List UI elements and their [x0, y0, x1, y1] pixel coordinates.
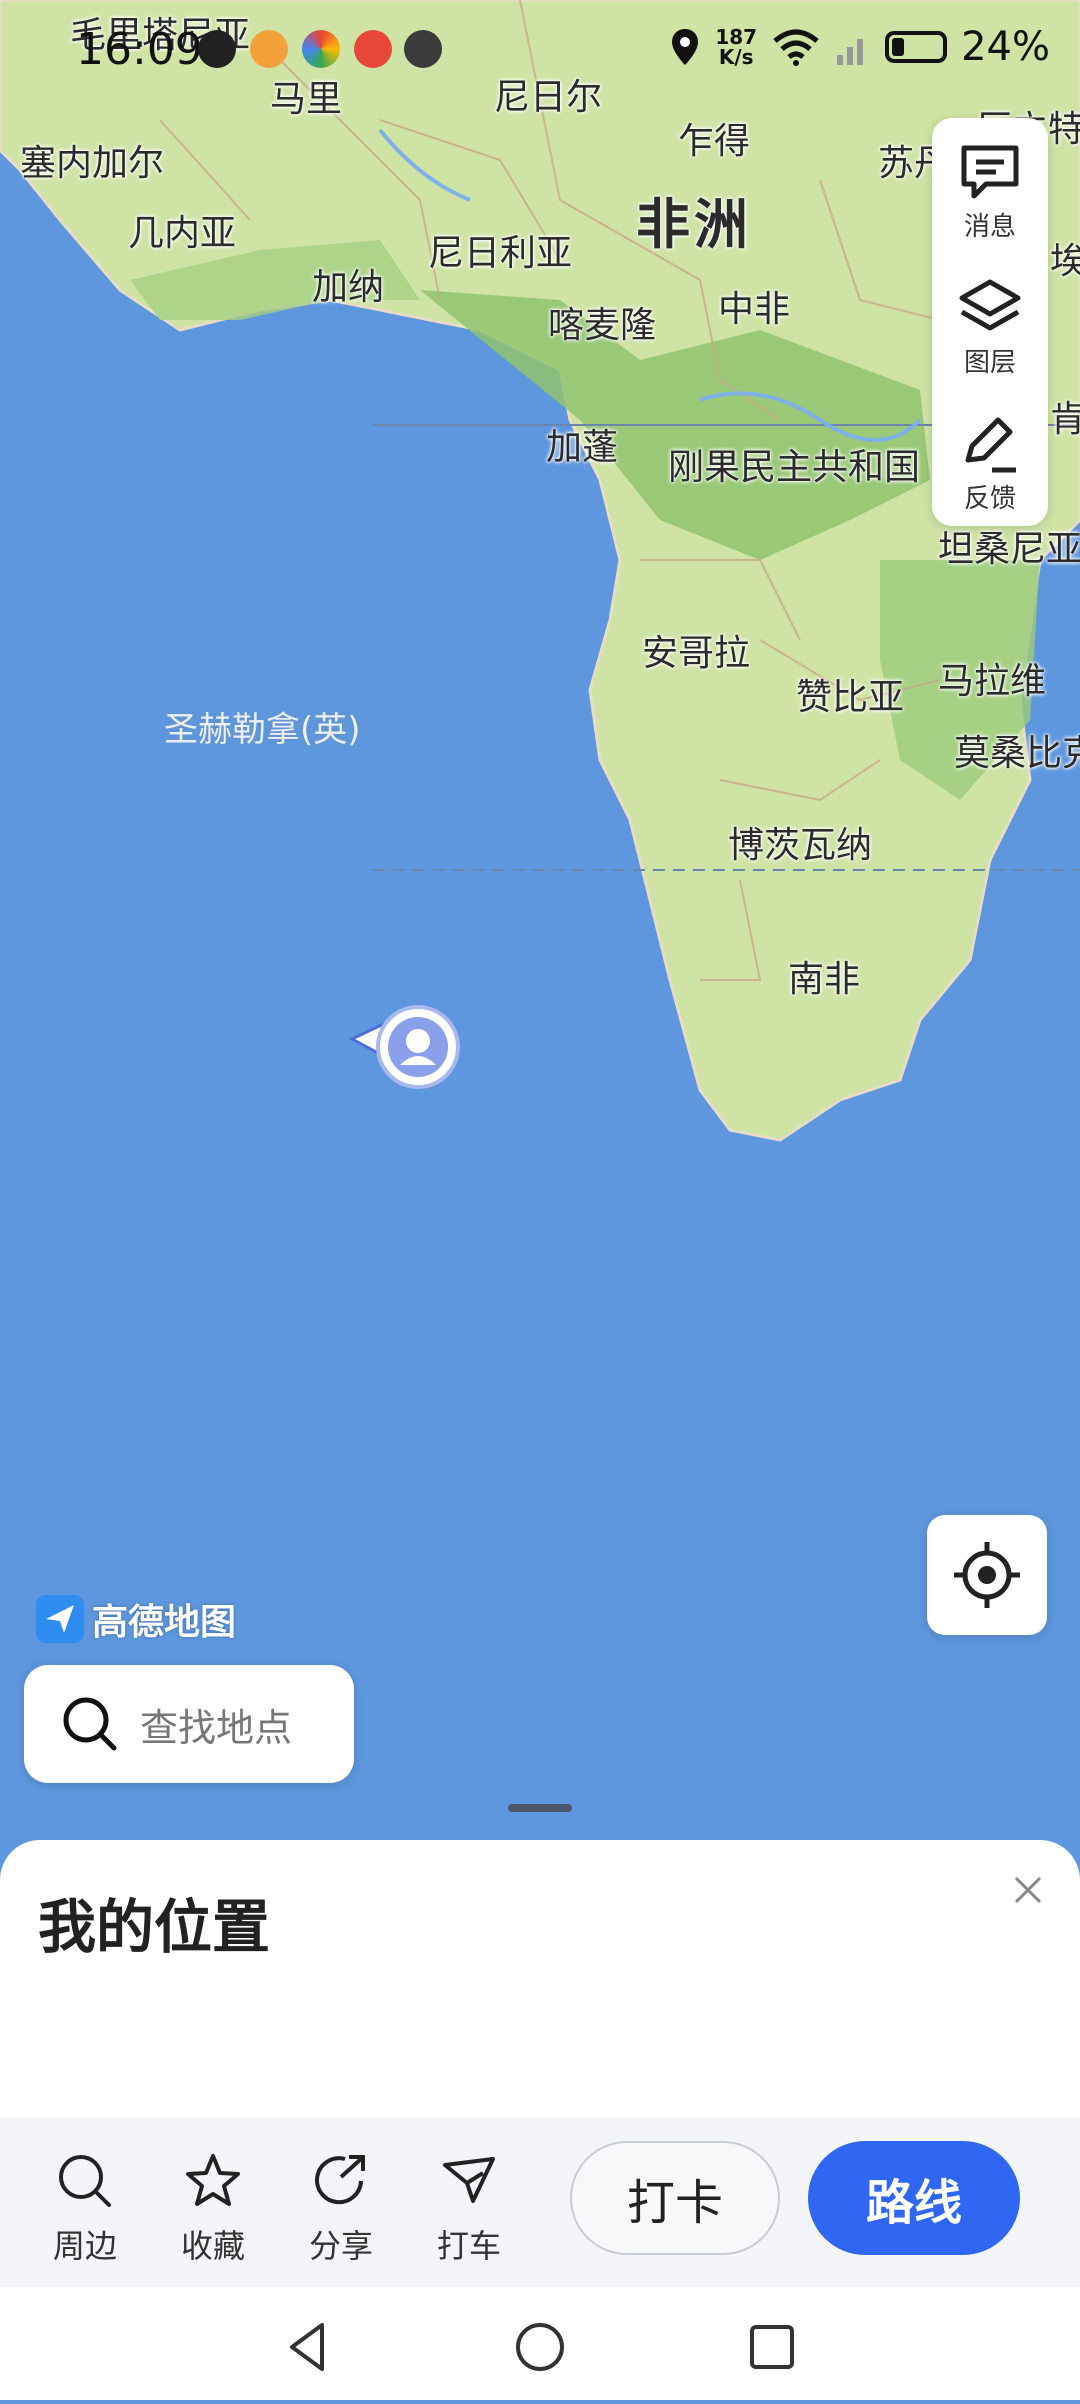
amap-logo-icon	[36, 1595, 84, 1643]
crosshair-icon	[954, 1542, 1020, 1608]
map-label-kenya-partial: 肯尼	[1050, 399, 1080, 440]
battery-icon	[885, 31, 948, 63]
map-label-gabon: 加蓬	[546, 427, 619, 468]
map-label-cameroon: 喀麦隆	[548, 305, 657, 346]
feedback-label: 反馈	[963, 484, 1016, 514]
feedback-pen-icon	[965, 417, 1016, 473]
locate-me-button[interactable]	[927, 1515, 1047, 1635]
messages-label: 消息	[963, 212, 1016, 242]
status-right: 187 K/s 24%	[669, 24, 1050, 70]
favorite-button[interactable]: 收藏	[158, 2117, 268, 2287]
location-icon	[672, 29, 699, 65]
action-bar: 周边 收藏 分享 打车 打卡 路线	[0, 2117, 1080, 2287]
favorite-label: 收藏	[180, 2227, 245, 2265]
message-icon	[961, 145, 1019, 199]
sheet-title: 我的位置	[38, 1893, 271, 1961]
search-box[interactable]: 查找地点	[24, 1665, 354, 1783]
map-label-drc: 刚果民主共和国	[668, 447, 921, 488]
messages-button[interactable]: 消息	[932, 128, 1048, 258]
recents-icon[interactable]	[742, 2317, 802, 2377]
nearby-search-icon	[59, 2155, 111, 2207]
close-icon[interactable]	[1006, 1868, 1050, 1912]
map-label-nigeria: 尼日利亚	[428, 233, 573, 274]
amap-logo: 高德地图	[36, 1593, 236, 1645]
map-label-botswana: 博茨瓦纳	[728, 825, 873, 866]
map-label-senegal: 塞内加尔	[20, 143, 165, 184]
browser-app-icon	[302, 30, 340, 68]
net-speed-value: 187	[715, 25, 758, 49]
checkin-button[interactable]: 打卡	[570, 2141, 780, 2255]
map-label-angola: 安哥拉	[642, 633, 751, 674]
map-label-mozambique: 莫桑比克	[954, 733, 1080, 774]
search-placeholder: 查找地点	[140, 1705, 293, 1750]
signal-icon	[837, 39, 864, 65]
shopping-app-icon	[250, 30, 288, 68]
taxi-label: 打车	[436, 2227, 501, 2265]
home-icon[interactable]	[510, 2317, 570, 2377]
wifi-icon	[773, 29, 819, 66]
share-label: 分享	[308, 2227, 373, 2265]
layers-button[interactable]: 图层	[932, 264, 1048, 394]
route-button[interactable]: 路线	[808, 2141, 1020, 2255]
sheet-drag-handle[interactable]	[508, 1804, 572, 1812]
map-label-zambia: 赞比亚	[796, 677, 905, 718]
status-time: 16:09	[76, 24, 203, 75]
map-label-chad: 乍得	[678, 121, 751, 162]
taxi-icon	[443, 2157, 495, 2203]
layers-icon	[959, 279, 1021, 331]
share-icon	[315, 2155, 365, 2205]
map-label-ethiopia-partial: 埃	[1050, 241, 1080, 282]
star-icon	[186, 2154, 240, 2206]
system-nav-bar	[0, 2287, 1080, 2400]
search-icon	[63, 1697, 117, 1751]
search-app-icon	[354, 30, 392, 68]
map-label-malawi: 马拉维	[938, 661, 1047, 702]
feedback-button[interactable]: 反馈	[932, 400, 1048, 530]
layers-label: 图层	[963, 348, 1016, 378]
map-label-ghana: 加纳	[312, 267, 385, 308]
net-speed: 187 K/s	[715, 27, 757, 67]
status-bar: 16:09 187 K/s 24%	[0, 0, 1080, 100]
net-speed-unit: K/s	[718, 45, 754, 69]
map-side-panel: 消息 图层 反馈	[932, 118, 1048, 526]
back-icon[interactable]	[278, 2317, 338, 2377]
share-button[interactable]: 分享	[286, 2117, 396, 2287]
battery-percent: 24%	[961, 24, 1050, 70]
nearby-button[interactable]: 周边	[30, 2117, 140, 2287]
amap-brand-text: 高德地图	[92, 1602, 237, 1643]
wechat-icon	[404, 30, 442, 68]
map-label-continent: 非洲	[636, 193, 752, 256]
alarm-icon	[198, 30, 236, 68]
map-label-st-helena: 圣赫勒拿(英)	[164, 710, 361, 750]
map-label-guinea: 几内亚	[128, 213, 237, 254]
nearby-label: 周边	[52, 2227, 117, 2265]
taxi-button[interactable]: 打车	[414, 2117, 524, 2287]
map-label-south-africa: 南非	[788, 959, 861, 1000]
map-label-car: 中非	[718, 289, 791, 330]
